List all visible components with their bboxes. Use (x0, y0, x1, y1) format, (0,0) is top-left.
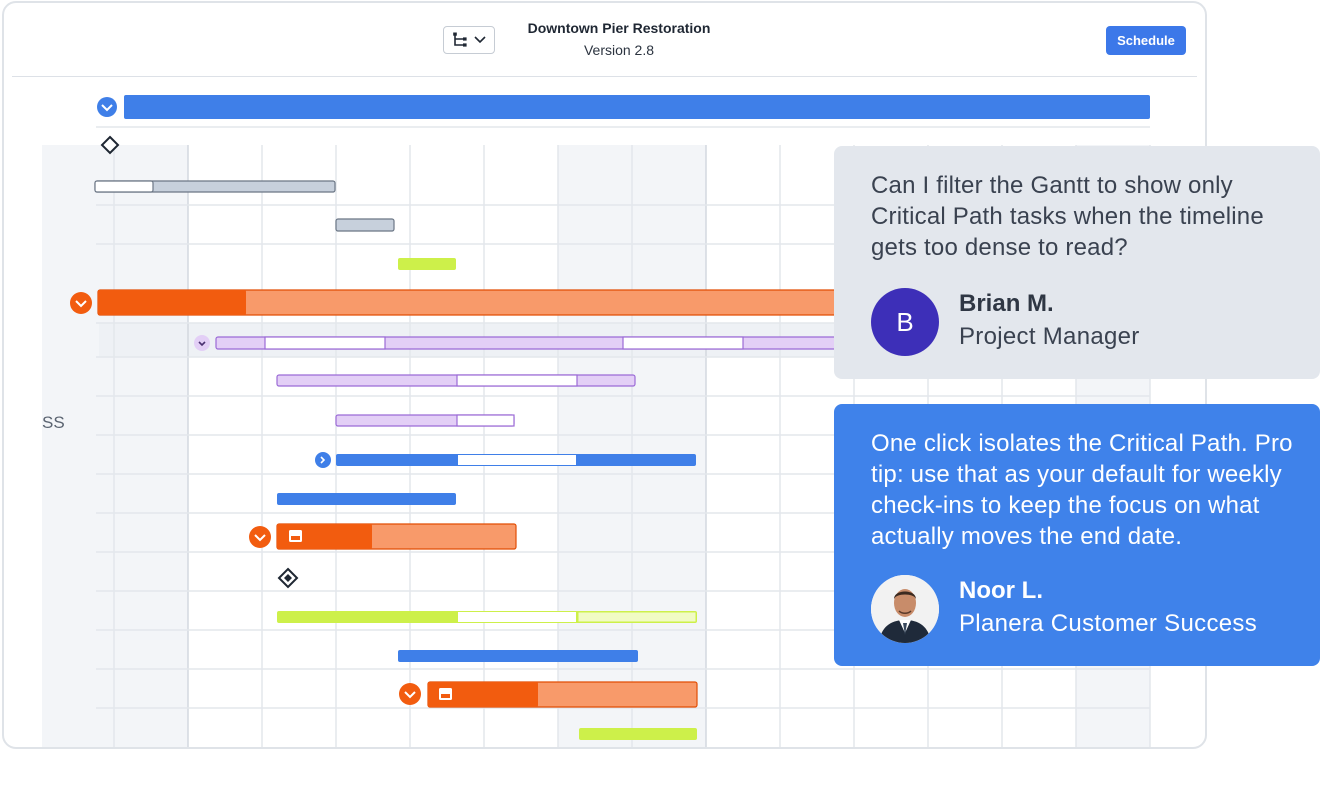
collapse-toggle-group[interactable] (70, 292, 92, 314)
collapse-toggle-group[interactable] (249, 526, 271, 548)
task-bar (94, 180, 336, 193)
answer-text: One click isolates the Critical Path. Pr… (871, 430, 1293, 550)
task-bar (276, 374, 636, 387)
subgroup-bar (215, 336, 841, 350)
shaded-column (42, 145, 188, 747)
version-label: Version 2.8 (583, 42, 655, 58)
answer-card: One click isolates the Critical Path. Pr… (834, 404, 1320, 666)
author-name: Brian M. (959, 290, 1054, 317)
milestone-diamond (277, 567, 299, 589)
author-role: Planera Customer Success (959, 610, 1257, 637)
avatar (871, 575, 939, 643)
schedule-button[interactable]: Schedule (1106, 26, 1186, 55)
collapse-toggle-subgroup[interactable] (194, 335, 210, 351)
task-bar (277, 493, 456, 505)
task-bar (579, 728, 697, 740)
person-photo-icon (871, 575, 939, 643)
question-text: Can I filter the Gantt to show only Crit… (871, 172, 1264, 261)
window-icon (439, 688, 452, 700)
page-title: Downtown Pier Restoration (527, 20, 711, 36)
task-bar (336, 454, 696, 466)
task-bar (335, 414, 515, 427)
avatar: B (871, 288, 939, 356)
collapse-toggle-project[interactable] (97, 97, 117, 117)
task-bar (277, 611, 697, 623)
group-progress (98, 290, 246, 315)
window-icon (289, 530, 302, 542)
author-role: Project Manager (959, 323, 1140, 350)
task-bar (398, 650, 638, 662)
author-name: Noor L. (959, 577, 1043, 604)
row-label: SS (42, 413, 65, 432)
header-divider (12, 76, 1197, 77)
project-summary-bar (124, 95, 1150, 119)
question-card: Can I filter the Gantt to show only Crit… (834, 146, 1320, 379)
expand-toggle-task[interactable] (315, 452, 331, 468)
task-bar (398, 258, 456, 270)
task-bar (335, 218, 395, 232)
collapse-toggle-group[interactable] (399, 683, 421, 705)
